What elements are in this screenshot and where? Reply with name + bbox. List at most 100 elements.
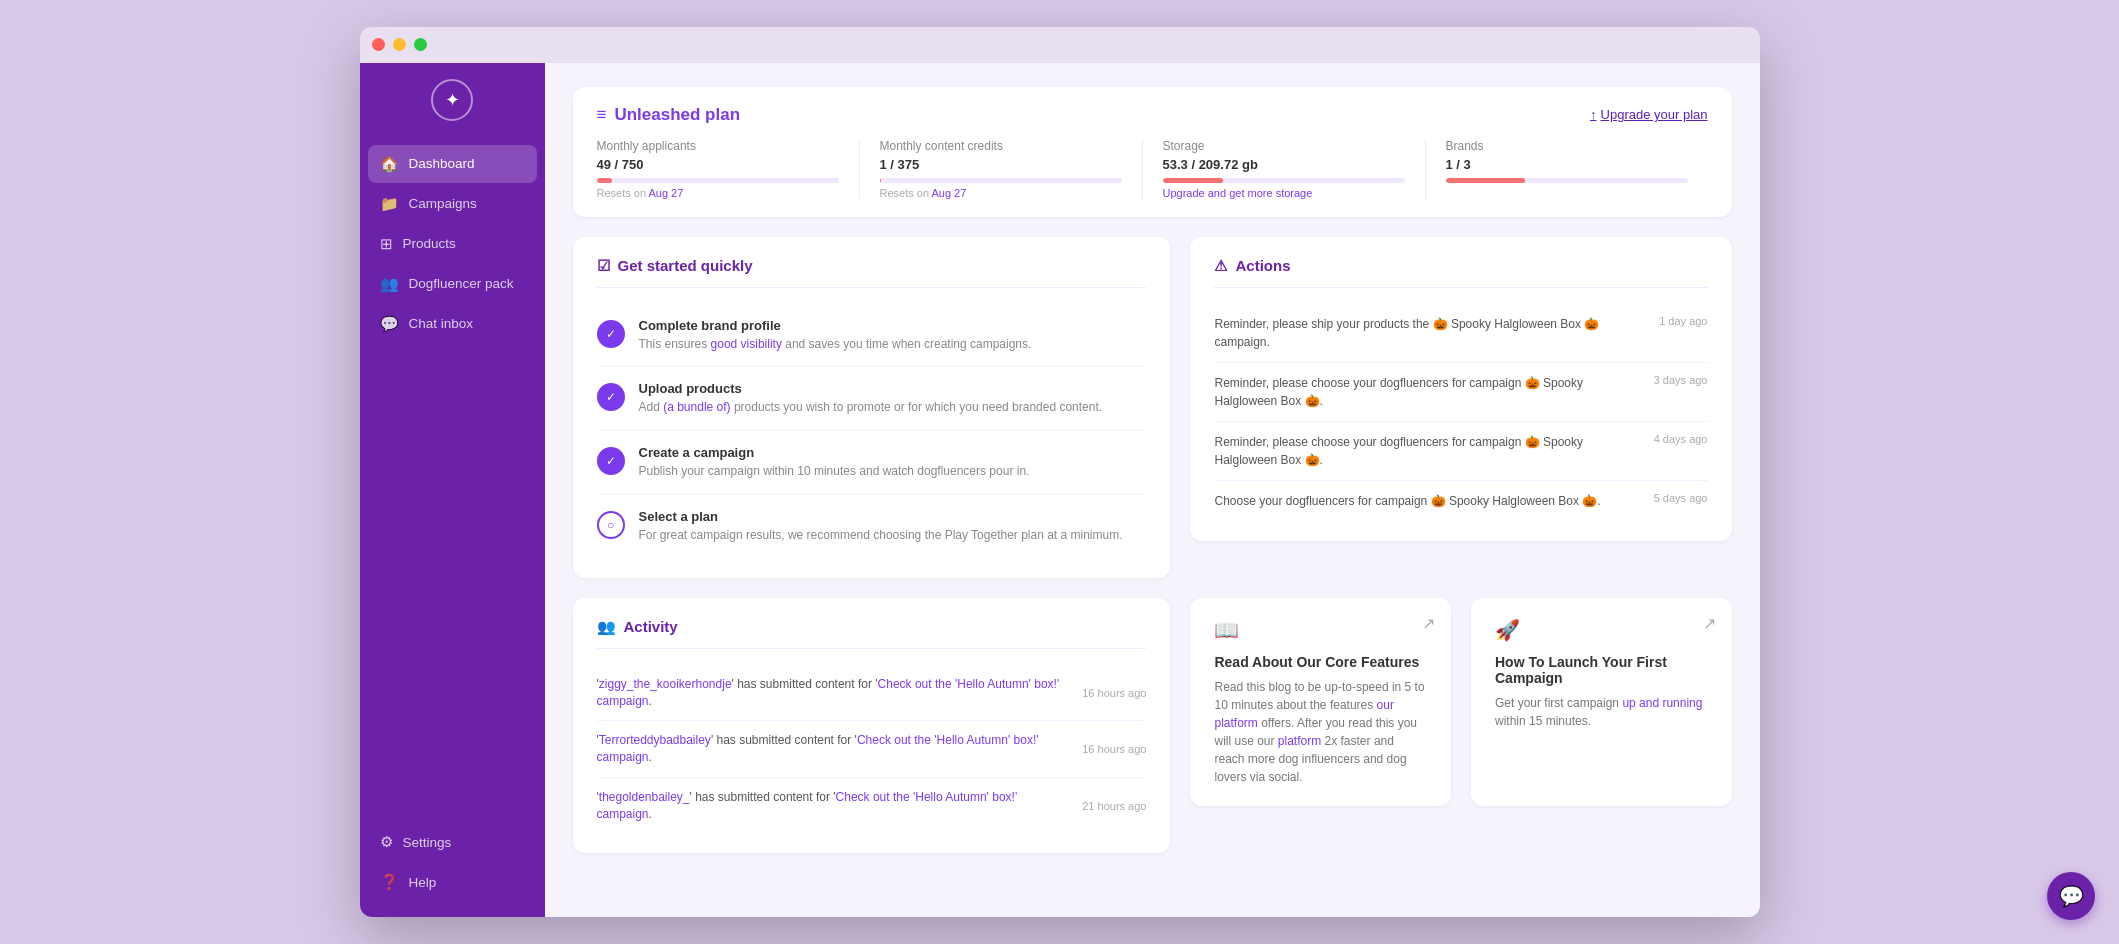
action-text-1: Reminder, please ship your products the … (1214, 315, 1647, 351)
metric-brands-label: Brands (1446, 139, 1688, 153)
plan-name: Unleashed plan (614, 105, 740, 125)
sidebar-nav: 🏠 Dashboard 📁 Campaigns ⊞ Products 👥 Dog… (360, 145, 545, 824)
info-card-campaign-desc: Get your first campaign up and running w… (1495, 694, 1708, 730)
action-time-4: 5 days ago (1654, 492, 1708, 504)
bottom-section: 👥 Activity 'ziggy_the_kooikerhondje' has… (573, 598, 1732, 874)
step-4-content: Select a plan For great campaign results… (639, 509, 1123, 544)
app-body: ✦ 🏠 Dashboard 📁 Campaigns ⊞ Products 👥 D (360, 63, 1760, 918)
action-time-2: 3 days ago (1654, 374, 1708, 386)
plan-metrics: Monthly applicants 49 / 750 Resets on Au… (597, 139, 1708, 199)
metric-storage-label: Storage (1163, 139, 1405, 153)
action-item-2: Reminder, please choose your dogfluencer… (1214, 363, 1707, 422)
sidebar-item-dogfluencer-pack[interactable]: 👥 Dogfluencer pack (368, 265, 537, 303)
campaigns-icon: 📁 (380, 195, 399, 213)
step-3-content: Create a campaign Publish your campaign … (639, 445, 1030, 480)
home-icon: 🏠 (380, 155, 399, 173)
sidebar-item-campaigns[interactable]: 📁 Campaigns (368, 185, 537, 223)
step-2-title: Upload products (639, 381, 1103, 396)
step-4: ○ Select a plan For great campaign resul… (597, 495, 1147, 558)
step-2-icon: ✓ (597, 383, 625, 411)
app-window: ✦ 🏠 Dashboard 📁 Campaigns ⊞ Products 👥 D (360, 27, 1760, 918)
info-card-features-desc: Read this blog to be up-to-speed in 5 to… (1214, 678, 1427, 786)
metric-brands-fill (1446, 178, 1526, 183)
activity-text-1: 'ziggy_the_kooikerhondje' has submitted … (597, 676, 1071, 710)
step-1-desc: This ensures good visibility and saves y… (639, 336, 1032, 353)
metric-brands-value: 1 / 3 (1446, 157, 1688, 172)
products-icon: ⊞ (380, 235, 393, 253)
book-icon: 📖 (1214, 618, 1427, 642)
action-item-1: Reminder, please ship your products the … (1214, 304, 1707, 363)
info-card-campaign-title: How To Launch Your First Campaign (1495, 654, 1708, 686)
chat-icon: 💬 (380, 315, 399, 333)
activity-item-2: 'Terrorteddybadbailey' has submitted con… (597, 721, 1147, 778)
metric-storage-fill (1163, 178, 1224, 183)
action-text-3: Reminder, please choose your dogfluencer… (1214, 433, 1641, 469)
external-link-icon-campaign[interactable]: ↗ (1703, 614, 1716, 633)
activity-icon: 👥 (597, 618, 616, 636)
plan-banner: ≡ Unleashed plan ↑ Upgrade your plan Mon… (573, 87, 1732, 217)
activity-time-2: 16 hours ago (1082, 743, 1146, 755)
actions-title: ⚠ Actions (1214, 257, 1707, 288)
sidebar-label-products: Products (403, 236, 456, 251)
sidebar-label-dogfluencer: Dogfluencer pack (409, 276, 514, 291)
sidebar-label-settings: Settings (403, 835, 452, 850)
sidebar-item-dashboard[interactable]: 🏠 Dashboard (368, 145, 537, 183)
plan-header: ≡ Unleashed plan ↑ Upgrade your plan (597, 105, 1708, 125)
sidebar-item-products[interactable]: ⊞ Products (368, 225, 537, 263)
maximize-button[interactable] (414, 38, 427, 51)
metric-storage: Storage 53.3 / 209.72 gb Upgrade and get… (1163, 139, 1426, 199)
metric-storage-progress (1163, 178, 1405, 183)
metric-applicants: Monthly applicants 49 / 750 Resets on Au… (597, 139, 860, 199)
metric-applicants-label: Monthly applicants (597, 139, 839, 153)
actions-card: ⚠ Actions Reminder, please ship your pro… (1190, 237, 1731, 541)
action-item-3: Reminder, please choose your dogfluencer… (1214, 422, 1707, 481)
metric-credits: Monthly content credits 1 / 375 Resets o… (880, 139, 1143, 199)
sidebar-label-chat: Chat inbox (409, 316, 474, 331)
metric-applicants-sub: Resets on Aug 27 (597, 187, 839, 199)
step-1-content: Complete brand profile This ensures good… (639, 318, 1032, 353)
activity-col: 👥 Activity 'ziggy_the_kooikerhondje' has… (573, 598, 1171, 874)
sidebar-bottom: ⚙ Settings ❓ Help (360, 823, 545, 901)
sidebar-item-help[interactable]: ❓ Help (368, 863, 537, 901)
metric-credits-progress (880, 178, 1122, 183)
bottom-cards: ↗ 📖 Read About Our Core Features Read th… (1190, 598, 1731, 806)
metric-brands: Brands 1 / 3 (1446, 139, 1708, 199)
upgrade-link[interactable]: ↑ Upgrade your plan (1590, 107, 1707, 122)
step-3-desc: Publish your campaign within 10 minutes … (639, 463, 1030, 480)
activity-list: 'ziggy_the_kooikerhondje' has submitted … (597, 665, 1147, 834)
metric-applicants-value: 49 / 750 (597, 157, 839, 172)
sidebar: ✦ 🏠 Dashboard 📁 Campaigns ⊞ Products 👥 D (360, 63, 545, 918)
activity-time-1: 16 hours ago (1082, 687, 1146, 699)
steps-list: ✓ Complete brand profile This ensures go… (597, 304, 1147, 558)
logo-icon: ✦ (431, 79, 473, 121)
action-time-3: 4 days ago (1654, 433, 1708, 445)
metric-credits-fill (880, 178, 881, 183)
external-link-icon-features[interactable]: ↗ (1422, 614, 1435, 633)
info-card-campaign: ↗ 🚀 How To Launch Your First Campaign Ge… (1471, 598, 1732, 806)
step-4-icon: ○ (597, 511, 625, 539)
metric-storage-sub: Upgrade and get more storage (1163, 187, 1405, 199)
get-started-title: ☑ Get started quickly (597, 257, 1147, 288)
sidebar-item-chat-inbox[interactable]: 💬 Chat inbox (368, 305, 537, 343)
step-2-desc: Add (a bundle of) products you wish to p… (639, 399, 1103, 416)
step-4-desc: For great campaign results, we recommend… (639, 527, 1123, 544)
activity-card: 👥 Activity 'ziggy_the_kooikerhondje' has… (573, 598, 1171, 854)
minimize-button[interactable] (393, 38, 406, 51)
action-text-4: Choose your dogfluencers for campaign 🎃 … (1214, 492, 1641, 510)
get-started-col: ☑ Get started quickly ✓ Complete brand p… (573, 237, 1171, 578)
action-text-2: Reminder, please choose your dogfluencer… (1214, 374, 1641, 410)
sidebar-item-settings[interactable]: ⚙ Settings (368, 823, 537, 861)
actions-list: Reminder, please ship your products the … (1214, 304, 1707, 521)
activity-text-3: 'thegoldenbailey_' has submitted content… (597, 789, 1071, 823)
sidebar-label-help: Help (409, 875, 437, 890)
sidebar-label-campaigns: Campaigns (409, 196, 477, 211)
chat-bubble-button[interactable]: 💬 (2047, 872, 2095, 920)
titlebar (360, 27, 1760, 63)
activity-time-3: 21 hours ago (1082, 800, 1146, 812)
get-started-card: ☑ Get started quickly ✓ Complete brand p… (573, 237, 1171, 578)
activity-item-3: 'thegoldenbailey_' has submitted content… (597, 778, 1147, 834)
actions-col: ⚠ Actions Reminder, please ship your pro… (1190, 237, 1731, 578)
step-2-content: Upload products Add (a bundle of) produc… (639, 381, 1103, 416)
close-button[interactable] (372, 38, 385, 51)
metric-credits-sub: Resets on Aug 27 (880, 187, 1122, 199)
